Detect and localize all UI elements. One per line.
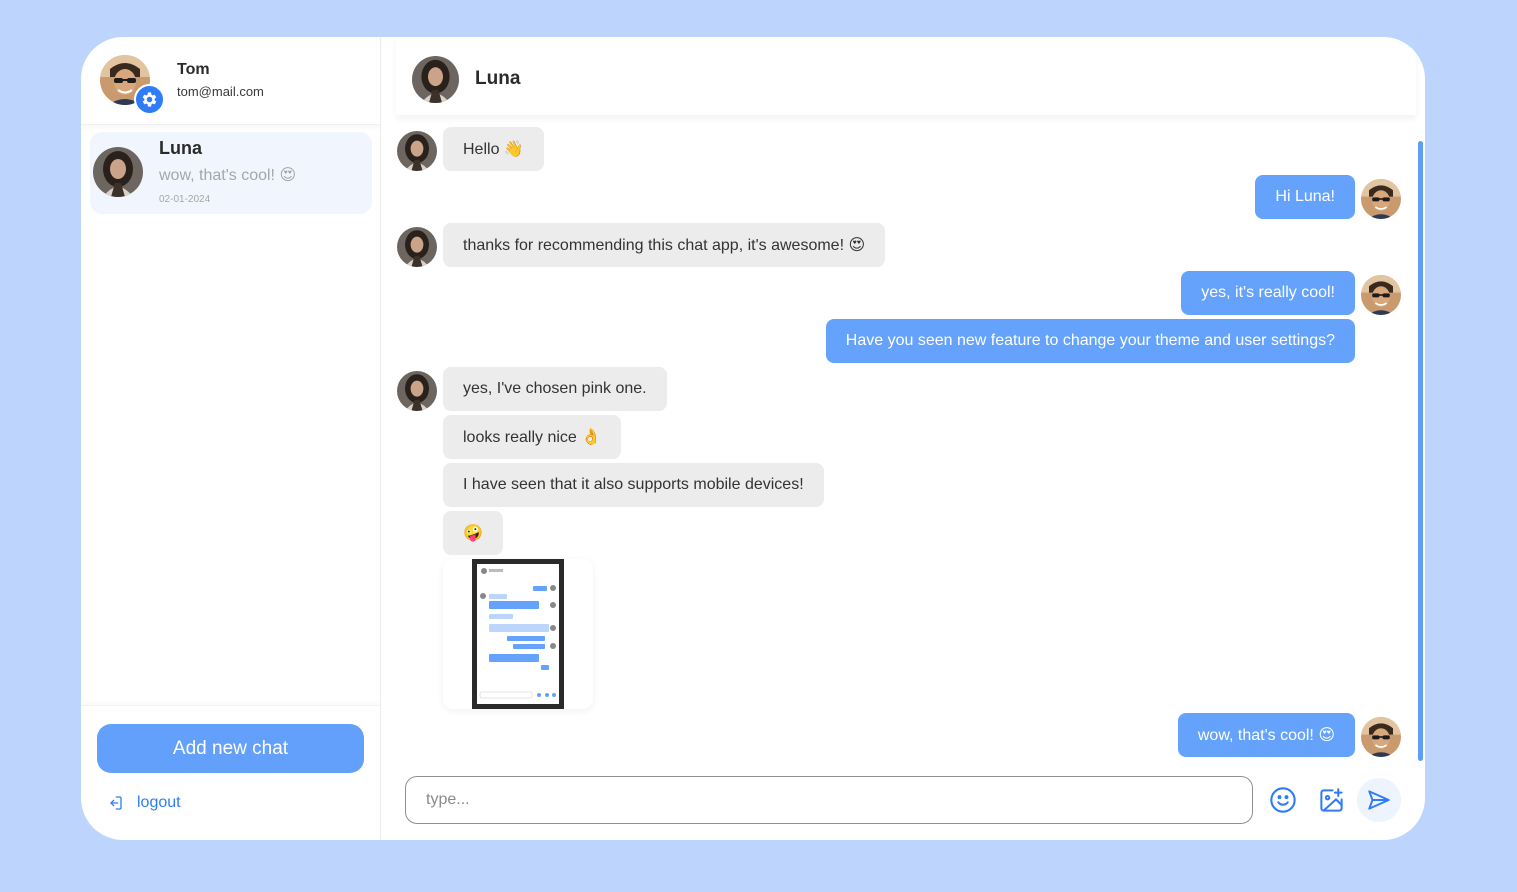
message-incoming: looks really nice 👌 xyxy=(443,415,622,459)
phone-screenshot-image xyxy=(472,559,564,709)
send-button[interactable] xyxy=(1357,778,1401,822)
contact-name: Luna xyxy=(475,68,521,89)
message-incoming: yes, I've chosen pink one. xyxy=(443,367,667,411)
chat-app-window: Tom tom@mail.com Luna wow, that's cool! … xyxy=(81,37,1425,840)
sidebar: Tom tom@mail.com Luna wow, that's cool! … xyxy=(81,37,381,840)
user-avatar xyxy=(1361,179,1401,219)
gear-icon xyxy=(142,92,157,107)
settings-button[interactable] xyxy=(134,84,165,115)
emoji-button[interactable] xyxy=(1261,778,1305,822)
chat-header: Luna xyxy=(396,37,1416,115)
user-avatar xyxy=(1361,275,1401,315)
emoji-icon xyxy=(1270,787,1296,813)
chat-list-item-preview: wow, that's cool! 😍 xyxy=(159,167,297,184)
message-outgoing: Have you seen new feature to change your… xyxy=(825,319,1355,363)
chat-panel: Luna Hello 👋 Hi Luna! thanks for recomme… xyxy=(381,37,1425,840)
message-outgoing: wow, that's cool! 😍 xyxy=(1177,713,1355,757)
message-outgoing: Hi Luna! xyxy=(1255,175,1355,219)
message-incoming: 🤪 xyxy=(443,511,503,555)
add-new-chat-button[interactable]: Add new chat xyxy=(97,724,364,773)
add-image-button[interactable] xyxy=(1309,778,1353,822)
message-image[interactable] xyxy=(443,559,593,709)
contact-avatar[interactable] xyxy=(412,56,459,103)
contact-avatar xyxy=(397,227,437,267)
sidebar-footer: Add new chat logout xyxy=(81,705,381,840)
chat-list-item-date: 02-01-2024 xyxy=(159,194,211,205)
logout-icon xyxy=(110,796,122,810)
message-list: Hello 👋 Hi Luna! thanks for recommending… xyxy=(381,117,1425,767)
message-input[interactable] xyxy=(405,776,1253,824)
user-email: tom@mail.com xyxy=(177,84,264,99)
contact-avatar xyxy=(397,371,437,411)
message-incoming: thanks for recommending this chat app, i… xyxy=(443,223,886,267)
add-image-icon xyxy=(1319,787,1343,812)
logout-link[interactable]: logout xyxy=(107,794,181,812)
send-icon xyxy=(1368,790,1390,810)
current-user-panel: Tom tom@mail.com xyxy=(81,37,381,125)
contact-avatar xyxy=(93,147,143,197)
logout-label: logout xyxy=(137,794,181,811)
chat-list-item-luna[interactable]: Luna wow, that's cool! 😍 02-01-2024 xyxy=(90,132,372,214)
message-incoming: Hello 👋 xyxy=(443,127,544,171)
message-outgoing: yes, it's really cool! xyxy=(1181,271,1355,315)
user-name: Tom xyxy=(177,61,210,78)
contact-avatar xyxy=(397,131,437,171)
message-incoming: I have seen that it also supports mobile… xyxy=(443,463,824,507)
chat-list-item-name: Luna xyxy=(159,138,202,158)
user-avatar xyxy=(1361,717,1401,757)
